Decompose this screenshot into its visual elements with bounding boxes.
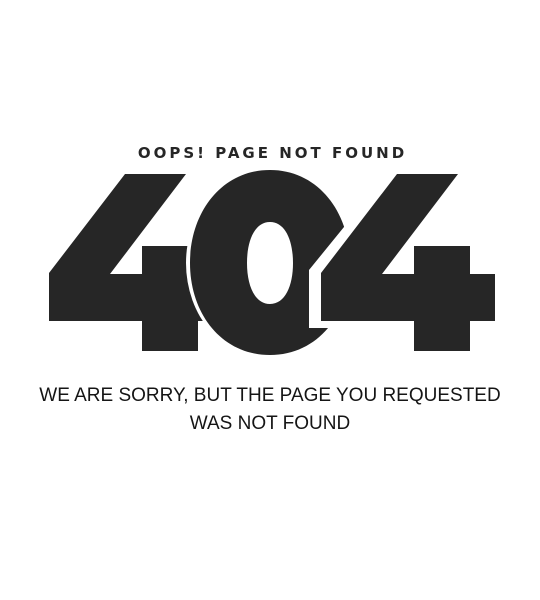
error-code-404 [0,160,540,360]
not-found-container: OOPS! PAGE NOT FOUND WE ARE SORRY, BUT T… [0,0,540,600]
digit-four-right [309,168,502,357]
error-code-graphic [49,166,502,360]
error-message: WE ARE SORRY, BUT THE PAGE YOU REQUESTED… [39,385,501,434]
